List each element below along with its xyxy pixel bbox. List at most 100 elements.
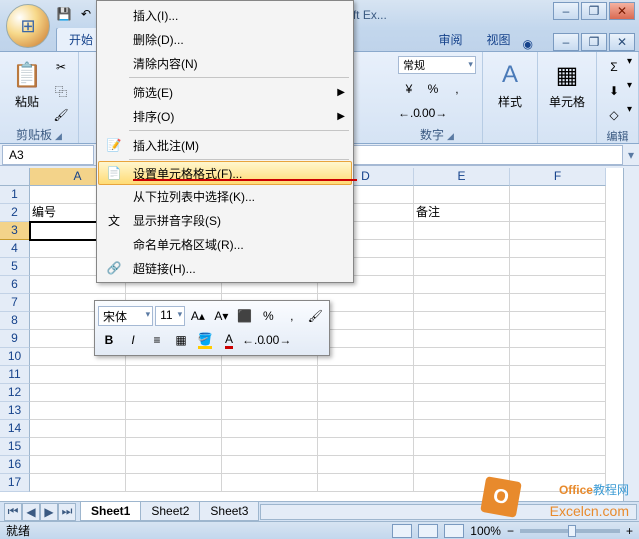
row-header[interactable]: 16: [0, 456, 30, 474]
zoom-slider[interactable]: [520, 529, 620, 533]
context-menu-item[interactable]: 🔗超链接(H)...: [99, 256, 351, 280]
increase-decimal-button[interactable]: ←.0: [398, 102, 420, 124]
cells-button[interactable]: ▦ 单元格: [544, 56, 590, 113]
cell[interactable]: [318, 348, 414, 366]
cell[interactable]: [318, 456, 414, 474]
row-header[interactable]: 12: [0, 384, 30, 402]
cell[interactable]: [414, 330, 510, 348]
cell[interactable]: [414, 276, 510, 294]
row-header[interactable]: 14: [0, 420, 30, 438]
cell[interactable]: [510, 474, 606, 492]
cell[interactable]: [414, 438, 510, 456]
cell[interactable]: [30, 474, 126, 492]
expand-formula-bar-icon[interactable]: ▾: [623, 148, 639, 162]
increase-decimal-button[interactable]: .00→: [266, 329, 288, 351]
cell[interactable]: [414, 312, 510, 330]
cell[interactable]: [318, 402, 414, 420]
cell[interactable]: [126, 402, 222, 420]
cut-button[interactable]: ✂: [50, 56, 72, 78]
cell[interactable]: [414, 366, 510, 384]
page-layout-view-button[interactable]: [418, 524, 438, 538]
sheet-tab[interactable]: Sheet2: [140, 502, 200, 521]
save-icon[interactable]: 💾: [56, 6, 72, 22]
cell[interactable]: [414, 294, 510, 312]
context-menu-item[interactable]: 文显示拼音字段(S): [99, 208, 351, 232]
cell[interactable]: [510, 402, 606, 420]
fill-color-button[interactable]: 🪣: [194, 329, 216, 351]
cell[interactable]: [126, 384, 222, 402]
row-header[interactable]: 15: [0, 438, 30, 456]
column-header[interactable]: F: [510, 168, 606, 186]
zoom-level[interactable]: 100%: [470, 524, 501, 538]
cell[interactable]: [222, 438, 318, 456]
name-box[interactable]: A3: [2, 145, 94, 165]
row-header[interactable]: 7: [0, 294, 30, 312]
cell[interactable]: [510, 258, 606, 276]
doc-close-button[interactable]: ✕: [609, 33, 635, 51]
cell[interactable]: [30, 456, 126, 474]
row-header[interactable]: 8: [0, 312, 30, 330]
dialog-launcher-icon[interactable]: ◢: [55, 131, 62, 141]
prev-sheet-button[interactable]: ◀: [22, 503, 40, 521]
cell[interactable]: [510, 186, 606, 204]
copy-button[interactable]: ⿻: [50, 80, 72, 102]
cell[interactable]: [30, 438, 126, 456]
cell[interactable]: [318, 474, 414, 492]
next-sheet-button[interactable]: ▶: [40, 503, 58, 521]
percent-button[interactable]: %: [258, 305, 279, 327]
cell[interactable]: [414, 384, 510, 402]
doc-minimize-button[interactable]: –: [553, 33, 579, 51]
cell[interactable]: [126, 438, 222, 456]
cell[interactable]: [318, 330, 414, 348]
sheet-tab[interactable]: Sheet3: [199, 502, 259, 521]
cell[interactable]: [510, 384, 606, 402]
last-sheet-button[interactable]: ⏭: [58, 503, 76, 521]
align-center-button[interactable]: ≡: [146, 329, 168, 351]
cell[interactable]: [126, 456, 222, 474]
cell[interactable]: [414, 240, 510, 258]
clear-button[interactable]: ◇: [603, 104, 625, 126]
cell[interactable]: [510, 348, 606, 366]
cell[interactable]: [510, 438, 606, 456]
context-menu-item[interactable]: 📝插入批注(M): [99, 133, 351, 157]
cell[interactable]: [318, 420, 414, 438]
cell[interactable]: [510, 276, 606, 294]
context-menu-item[interactable]: 清除内容(N): [99, 51, 351, 75]
context-menu-item[interactable]: 命名单元格区域(R)...: [99, 232, 351, 256]
select-all-corner[interactable]: [0, 168, 30, 186]
font-dropdown[interactable]: 宋体: [98, 306, 153, 326]
number-format-dropdown[interactable]: 常规: [398, 56, 476, 74]
comma-button[interactable]: ,: [446, 78, 468, 100]
cell[interactable]: [222, 366, 318, 384]
cell[interactable]: [222, 402, 318, 420]
tab-review[interactable]: 审阅: [426, 28, 474, 51]
context-menu-item[interactable]: 筛选(E)▶: [99, 80, 351, 104]
borders-button[interactable]: ▦: [170, 329, 192, 351]
horizontal-scrollbar[interactable]: [260, 504, 637, 520]
row-header[interactable]: 13: [0, 402, 30, 420]
minimize-button[interactable]: –: [553, 2, 579, 20]
cell[interactable]: [222, 474, 318, 492]
decrease-decimal-button[interactable]: ←.0: [242, 329, 264, 351]
autosum-button[interactable]: Σ: [603, 56, 625, 78]
cell[interactable]: [510, 456, 606, 474]
row-header[interactable]: 6: [0, 276, 30, 294]
cell[interactable]: [30, 384, 126, 402]
cell[interactable]: [414, 420, 510, 438]
cell[interactable]: [318, 384, 414, 402]
cell[interactable]: [222, 384, 318, 402]
cell[interactable]: [510, 312, 606, 330]
row-header[interactable]: 10: [0, 348, 30, 366]
cell[interactable]: [126, 474, 222, 492]
page-break-view-button[interactable]: [444, 524, 464, 538]
cell[interactable]: [222, 420, 318, 438]
row-header[interactable]: 2: [0, 204, 30, 222]
first-sheet-button[interactable]: ⏮: [4, 503, 22, 521]
cell[interactable]: [510, 294, 606, 312]
help-icon[interactable]: ◉: [523, 37, 533, 51]
cell[interactable]: [510, 204, 606, 222]
cell[interactable]: [126, 366, 222, 384]
cell[interactable]: [510, 330, 606, 348]
shrink-font-button[interactable]: A▾: [211, 305, 232, 327]
cell[interactable]: [30, 402, 126, 420]
